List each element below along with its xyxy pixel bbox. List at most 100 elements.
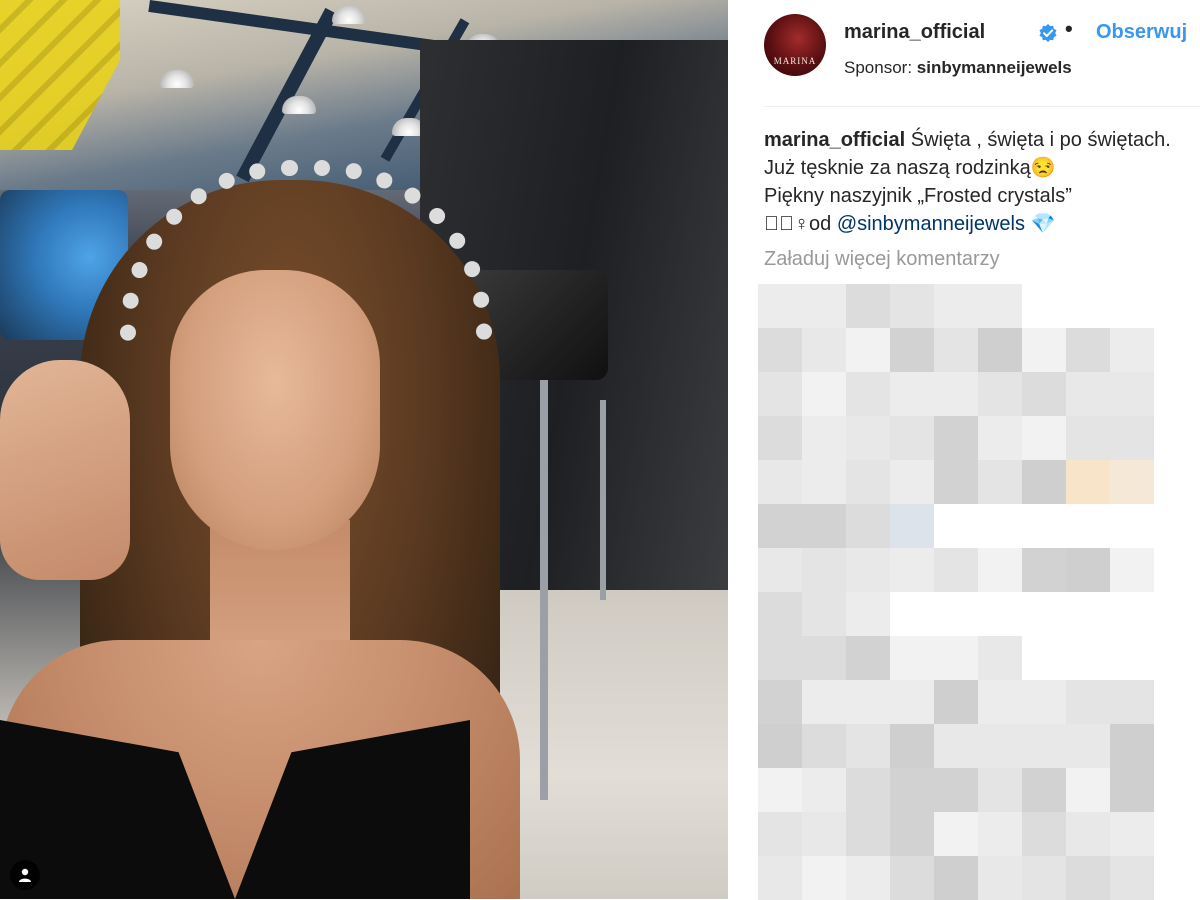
follow-button[interactable]: Obserwuj [1096,21,1187,44]
blurred-comment-row [758,680,1154,724]
blur-pixel [890,328,934,372]
blur-pixel [1022,768,1066,812]
blur-pixel [978,284,1022,328]
sponsor-line: Sponsor: sinbymanneijewels [844,58,1072,78]
blur-pixel [890,548,934,592]
blur-pixel [846,548,890,592]
blur-pixel [1110,680,1154,724]
ceiling-lamp [282,96,316,114]
blur-pixel [1110,328,1154,372]
blur-pixel [934,460,978,504]
blur-pixel [1110,548,1154,592]
blurred-comment-row [758,856,1154,900]
post-sidebar: MARINA marina_official • Obserwuj Sponso… [728,0,1200,900]
blur-pixel [846,592,890,636]
blur-pixel [934,768,978,812]
blurred-comment-row [758,636,1022,680]
blur-pixel [978,636,1022,680]
blur-pixel [846,856,890,900]
blur-pixel [978,812,1022,856]
blur-pixel [1110,724,1154,768]
waving-hand [0,360,130,580]
blur-pixel [758,856,802,900]
blur-pixel [758,284,802,328]
blur-pixel [846,460,890,504]
blurred-comment-row [758,768,1154,812]
blur-pixel [1066,812,1110,856]
blur-pixel [978,328,1022,372]
blur-pixel [890,768,934,812]
blur-pixel [846,504,890,548]
blur-pixel [1110,372,1154,416]
blur-pixel [758,768,802,812]
face [170,270,380,550]
blur-pixel [934,372,978,416]
woman-figure [0,160,520,899]
blur-pixel [1066,680,1110,724]
blur-pixel [1022,812,1066,856]
avatar[interactable]: MARINA [764,14,826,76]
blur-pixel [1066,416,1110,460]
blur-pixel [1022,856,1066,900]
post-photo[interactable] [0,0,728,899]
light-stand [540,380,548,800]
caption-line-2: Piękny naszyjnik „Frosted crystals” [764,185,1072,207]
blurred-comment-row [758,460,1154,504]
blur-pixel [758,680,802,724]
blurred-comment-row [758,812,1154,856]
blur-pixel [846,416,890,460]
blur-pixel [934,548,978,592]
blur-pixel [1022,416,1066,460]
blur-pixel [1110,812,1154,856]
blur-pixel [1110,768,1154,812]
blur-pixel [846,724,890,768]
blur-pixel [802,416,846,460]
blur-pixel [978,460,1022,504]
load-more-comments-button[interactable]: Załaduj więcej komentarzy [764,248,1000,271]
blur-pixel [846,768,890,812]
blur-pixel [1066,856,1110,900]
blur-pixel [802,460,846,504]
caption-line-3-prefix: ◻🏼‍♀od [764,213,837,235]
blur-pixel [802,548,846,592]
blur-pixel [1110,416,1154,460]
blur-pixel [758,548,802,592]
blur-pixel [978,856,1022,900]
blur-pixel [1110,460,1154,504]
blur-pixel [978,768,1022,812]
post-username[interactable]: marina_official [844,21,985,44]
user-tag-icon[interactable] [10,860,40,890]
blur-pixel [890,504,934,548]
blur-pixel [802,328,846,372]
blur-pixel [758,812,802,856]
blur-pixel [978,416,1022,460]
blurred-comment-row [758,548,1154,592]
blur-pixel [758,636,802,680]
blur-pixel [890,416,934,460]
blur-pixel [1066,372,1110,416]
blur-pixel [1022,372,1066,416]
caption-mention[interactable]: @sinbymanneijewels [837,213,1025,235]
blur-pixel [1066,768,1110,812]
avatar-label: MARINA [773,56,817,66]
blurred-comment-row [758,328,1154,372]
blur-pixel [978,372,1022,416]
blur-pixel [1066,460,1110,504]
blur-pixel [934,328,978,372]
blur-pixel [934,284,978,328]
blur-pixel [1022,724,1066,768]
caption-username[interactable]: marina_official [764,129,905,151]
blur-pixel [1022,328,1066,372]
blur-pixel [890,812,934,856]
sponsor-name[interactable]: sinbymanneijewels [917,58,1072,77]
blur-pixel [934,636,978,680]
blur-pixel [846,284,890,328]
blur-pixel [978,680,1022,724]
blur-pixel [934,416,978,460]
blur-pixel [1022,548,1066,592]
post-caption: marina_official Święta , święta i po świ… [764,126,1184,238]
blur-pixel [890,372,934,416]
blur-pixel [802,504,846,548]
blur-pixel [802,724,846,768]
blur-pixel [846,328,890,372]
